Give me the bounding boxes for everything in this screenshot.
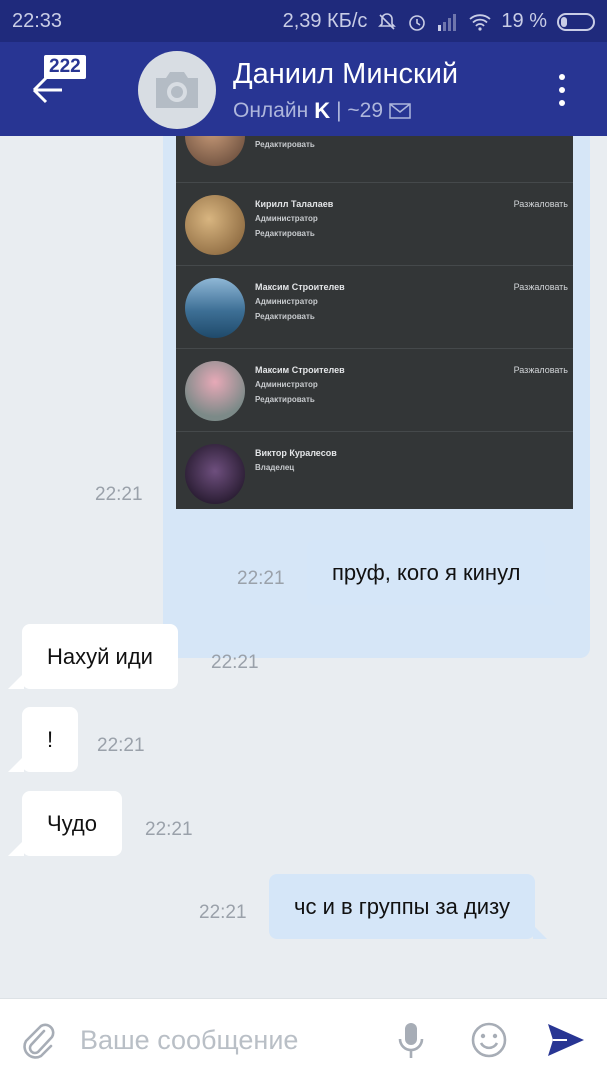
contact-name[interactable]: Даниил Минский <box>233 58 458 91</box>
wifi-icon <box>469 13 492 31</box>
member-role: Владелец <box>255 463 295 472</box>
message-input[interactable] <box>80 1019 380 1061</box>
mute-bell-icon <box>378 12 397 30</box>
message-time: 22:21 <box>95 484 143 505</box>
member-avatar <box>185 444 245 504</box>
paperclip-icon[interactable] <box>20 1021 56 1059</box>
member-role: Администратор <box>255 297 318 306</box>
member-avatar <box>185 136 245 166</box>
screenshot-member-row: Администратор Редактировать <box>176 136 573 176</box>
message-time: 22:21 <box>145 819 193 840</box>
camera-icon <box>156 72 198 108</box>
member-edit-link: Редактировать <box>255 312 315 321</box>
online-status: Онлайн <box>233 99 309 122</box>
microphone-icon[interactable] <box>396 1021 426 1061</box>
outgoing-message[interactable]: чс и в группы за дизу <box>269 874 547 939</box>
status-indicators: 2,39 КБ/с 19 % <box>283 10 595 33</box>
member-avatar <box>185 361 245 421</box>
message-time: 22:21 <box>211 652 259 673</box>
member-avatar <box>185 195 245 255</box>
screenshot-member-row: Виктор Куралесов Владелец <box>176 431 573 509</box>
signal-icon <box>438 13 457 31</box>
member-demote-link: Разжаловать <box>513 199 568 209</box>
member-name: Виктор Куралесов <box>255 448 337 458</box>
battery-icon <box>557 12 595 31</box>
battery-percent: 19 % <box>501 10 547 32</box>
chat-header: 222 Даниил Минский Онлайн K | ~29 <box>0 42 607 136</box>
vk-logo-icon: K <box>314 98 331 123</box>
status-time: 22:33 <box>12 10 63 32</box>
member-name: Максим Строителев <box>255 365 345 375</box>
member-edit-link: Редактировать <box>255 395 315 404</box>
envelope-icon <box>389 103 411 119</box>
incoming-message[interactable]: ! <box>7 707 79 772</box>
message-list[interactable]: Администратор Редактировать Кирилл Талал… <box>0 136 607 998</box>
member-demote-link: Разжаловать <box>513 365 568 375</box>
member-name: Максим Строителев <box>255 282 345 292</box>
member-demote-link: Разжаловать <box>513 282 568 292</box>
member-avatar <box>185 278 245 338</box>
member-name: Кирилл Талалаев <box>255 199 334 209</box>
screenshot-member-row: Максим Строителев Администратор Редактир… <box>176 265 573 348</box>
screenshot-member-row: Максим Строителев Администратор Редактир… <box>176 348 573 431</box>
message-time: 22:21 <box>199 902 247 923</box>
message-time: 22:21 <box>237 568 285 589</box>
send-icon[interactable] <box>546 1021 586 1059</box>
outgoing-message[interactable]: пруф, кого я кинул <box>307 540 558 605</box>
contact-avatar[interactable] <box>138 51 216 129</box>
member-role: Администратор <box>255 214 318 223</box>
message-time: 22:21 <box>97 735 145 756</box>
incoming-message[interactable]: Нахуй иди <box>8 624 178 689</box>
attached-screenshot[interactable]: Администратор Редактировать Кирилл Талал… <box>176 136 573 509</box>
member-role: Администратор <box>255 380 318 389</box>
screenshot-member-row: Кирилл Талалаев Администратор Редактиров… <box>176 182 573 265</box>
contact-status: Онлайн K | ~29 <box>233 98 411 124</box>
incoming-message[interactable]: Чудо <box>7 791 123 856</box>
alarm-icon <box>409 14 426 31</box>
member-edit-link: Редактировать <box>255 229 315 238</box>
emoji-icon[interactable] <box>470 1021 508 1059</box>
network-speed: 2,39 КБ/с <box>282 10 368 32</box>
status-bar: 22:33 2,39 КБ/с 19 % <box>0 0 607 42</box>
message-composer <box>0 998 607 1080</box>
unread-count-badge: 222 <box>44 55 86 79</box>
last-seen-info: | ~29 <box>336 99 384 122</box>
overflow-menu-icon[interactable] <box>557 74 567 106</box>
member-edit-link: Редактировать <box>255 140 315 149</box>
